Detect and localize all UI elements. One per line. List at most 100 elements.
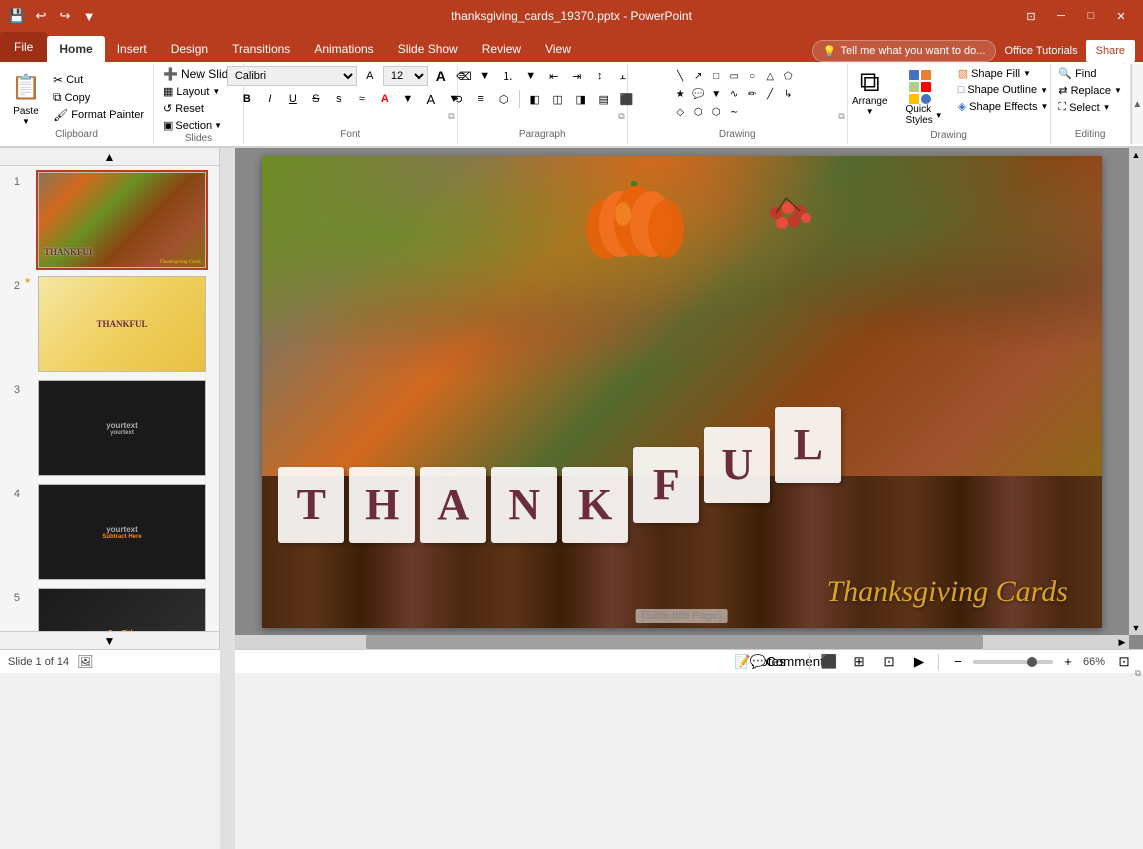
font-name-select[interactable]: Calibri xyxy=(227,66,357,86)
minimize-icon[interactable]: ─ xyxy=(1047,6,1075,26)
tab-view[interactable]: View xyxy=(533,36,583,62)
vertical-scrollbar[interactable]: ▲ ▼ xyxy=(1129,148,1143,635)
align-text-btn[interactable]: ≡ xyxy=(471,89,491,109)
slide-thumb-5[interactable]: 5 Our Title subtitle text here xyxy=(4,586,215,631)
slide-sorter-button[interactable]: ⊞ xyxy=(848,653,870,671)
justify-btn[interactable]: ▤ xyxy=(594,89,614,109)
slide-thumb-2[interactable]: 2 ★ THANKFUL xyxy=(4,274,215,374)
scroll-right-arrow[interactable]: ▶ xyxy=(1115,635,1129,649)
underline-button[interactable]: U xyxy=(283,89,303,109)
close-icon[interactable]: ✕ xyxy=(1107,6,1135,26)
shape-pentagon[interactable]: ⬠ xyxy=(780,68,796,84)
text-direction-btn[interactable]: ⟲ xyxy=(448,89,468,109)
italic-button[interactable]: I xyxy=(260,89,280,109)
decrease-indent[interactable]: ⇤ xyxy=(544,66,564,86)
zoom-out-button[interactable]: − xyxy=(947,653,969,671)
shape-rect[interactable]: □ xyxy=(708,68,724,84)
shape-curve[interactable]: ∿ xyxy=(726,86,742,102)
shape-oval[interactable]: ○ xyxy=(744,68,760,84)
font-size-select[interactable]: 12 xyxy=(383,66,428,86)
bullets-button[interactable]: ≡ xyxy=(452,66,472,86)
section-button[interactable]: ▣ Section ▼ xyxy=(160,118,225,133)
tab-insert[interactable]: Insert xyxy=(105,36,159,62)
strikethrough-button[interactable]: S xyxy=(306,89,326,109)
format-painter-button[interactable]: 🖌 Format Painter xyxy=(50,107,147,123)
customize-icon[interactable]: ▼ xyxy=(80,7,98,25)
save-icon[interactable]: 💾 xyxy=(8,7,26,25)
redo-icon[interactable]: ↪ xyxy=(56,7,74,25)
align-center-btn[interactable]: ◫ xyxy=(548,89,568,109)
shape-connector[interactable]: ╱ xyxy=(762,86,778,102)
shape-triangle[interactable]: △ xyxy=(762,68,778,84)
normal-view-button[interactable]: ⬛ xyxy=(818,653,840,671)
slide-thumb-1[interactable]: 1 THANKFUL Thanksgiving Cards xyxy=(4,170,215,270)
main-slide[interactable]: T H A N K F U L Thanksgiving Cards {Slid… xyxy=(262,156,1102,628)
tab-transitions[interactable]: Transitions xyxy=(220,36,302,62)
layout-button[interactable]: ▦ Layout ▼ xyxy=(160,84,223,99)
paste-button[interactable]: 📋 Paste ▼ xyxy=(6,68,46,128)
align-left-btn[interactable]: ◧ xyxy=(525,89,545,109)
select-button[interactable]: ⛶ Select ▼ xyxy=(1055,100,1125,115)
align-right-btn[interactable]: ◨ xyxy=(571,89,591,109)
shape-callout[interactable]: 💬 xyxy=(690,86,706,102)
horizontal-scrollbar[interactable]: ◀ ▶ xyxy=(220,635,1129,649)
slide-thumb-3[interactable]: 3 yourtext yourtext xyxy=(4,378,215,478)
tell-me-box[interactable]: 💡 Tell me what you want to do... xyxy=(812,40,997,62)
tab-review[interactable]: Review xyxy=(470,36,533,62)
comments-button[interactable]: 💬 Comments xyxy=(779,653,801,671)
scroll-down-arrow-v[interactable]: ▼ xyxy=(1129,621,1143,635)
cut-button[interactable]: ✂ Cut xyxy=(50,72,147,88)
copy-button[interactable]: ⧉ Copy xyxy=(50,89,147,106)
scroll-down-button[interactable]: ▼ xyxy=(0,631,219,649)
replace-button[interactable]: ⇄ Replace ▼ xyxy=(1055,83,1125,98)
clipboard-expand-icon[interactable]: ⧉ xyxy=(1135,668,1141,679)
shape-bent-arrow[interactable]: ↳ xyxy=(780,86,796,102)
numbering-dropdown[interactable]: ▼ xyxy=(521,66,541,86)
font-size-2-btn[interactable]: A xyxy=(421,89,441,109)
line-spacing[interactable]: ↕ xyxy=(590,66,610,86)
shape-wave[interactable]: ∼ xyxy=(726,104,742,120)
slideshow-button[interactable]: ▶ xyxy=(908,653,930,671)
quick-styles-button[interactable]: Quick Styles ▼ xyxy=(898,66,951,130)
zoom-slider[interactable] xyxy=(973,660,1053,664)
paragraph-expand-icon[interactable]: ⧉ xyxy=(618,111,624,122)
scroll-up-arrow[interactable]: ▲ xyxy=(1129,148,1143,162)
font-color-dropdown-btn[interactable]: ▼ xyxy=(398,89,418,109)
restore-icon[interactable]: ⊡ xyxy=(1017,6,1045,26)
shape-arrow[interactable]: ↗ xyxy=(690,68,706,84)
shape-more[interactable]: ▼ xyxy=(708,86,724,102)
zoom-in-button[interactable]: + xyxy=(1057,653,1079,671)
increase-indent[interactable]: ⇥ xyxy=(567,66,587,86)
tab-animations[interactable]: Animations xyxy=(302,36,385,62)
tab-design[interactable]: Design xyxy=(159,36,220,62)
slide-thumb-4[interactable]: 4 yourtext Subtract Here xyxy=(4,482,215,582)
shape-freeform[interactable]: ✏ xyxy=(744,86,760,102)
shape-star[interactable]: ★ xyxy=(672,86,688,102)
font-color-button[interactable]: A xyxy=(375,89,395,109)
font-size-decrease-btn[interactable]: A xyxy=(360,66,380,86)
share-button[interactable]: Share xyxy=(1086,40,1135,62)
shape-line[interactable]: ╲ xyxy=(672,68,688,84)
tab-slideshow[interactable]: Slide Show xyxy=(386,36,470,62)
bullets-dropdown[interactable]: ▼ xyxy=(475,66,495,86)
bold-button[interactable]: B xyxy=(237,89,257,109)
reading-view-button[interactable]: ⊡ xyxy=(878,653,900,671)
char-spacing-button[interactable]: ≈ xyxy=(352,89,372,109)
ribbon-collapse-button[interactable]: ▲ xyxy=(1131,64,1143,144)
shape-effects-button[interactable]: ◈ Shape Effects ▼ xyxy=(955,99,1052,114)
zoom-thumb[interactable] xyxy=(1027,657,1037,667)
shape-hexagon[interactable]: ⬡ xyxy=(690,104,706,120)
undo-icon[interactable]: ↩ xyxy=(32,7,50,25)
fit-slide-button[interactable]: ⊡ xyxy=(1113,653,1135,671)
tab-file[interactable]: File xyxy=(0,32,47,62)
shape-fill-button[interactable]: ▧ Shape Fill ▼ xyxy=(955,66,1052,81)
shadow-button[interactable]: s xyxy=(329,89,349,109)
scroll-up-button[interactable]: ▲ xyxy=(0,148,219,166)
find-button[interactable]: 🔍 Find xyxy=(1055,66,1125,81)
numbering-button[interactable]: ⒈ xyxy=(498,66,518,86)
scroll-thumb-h[interactable] xyxy=(366,635,983,649)
shape-outline-button[interactable]: □ Shape Outline ▼ xyxy=(955,83,1052,97)
shape-diamond[interactable]: ◇ xyxy=(672,104,688,120)
shape-rounded-rect[interactable]: ▭ xyxy=(726,68,742,84)
reset-button[interactable]: ↺ Reset xyxy=(160,101,207,116)
